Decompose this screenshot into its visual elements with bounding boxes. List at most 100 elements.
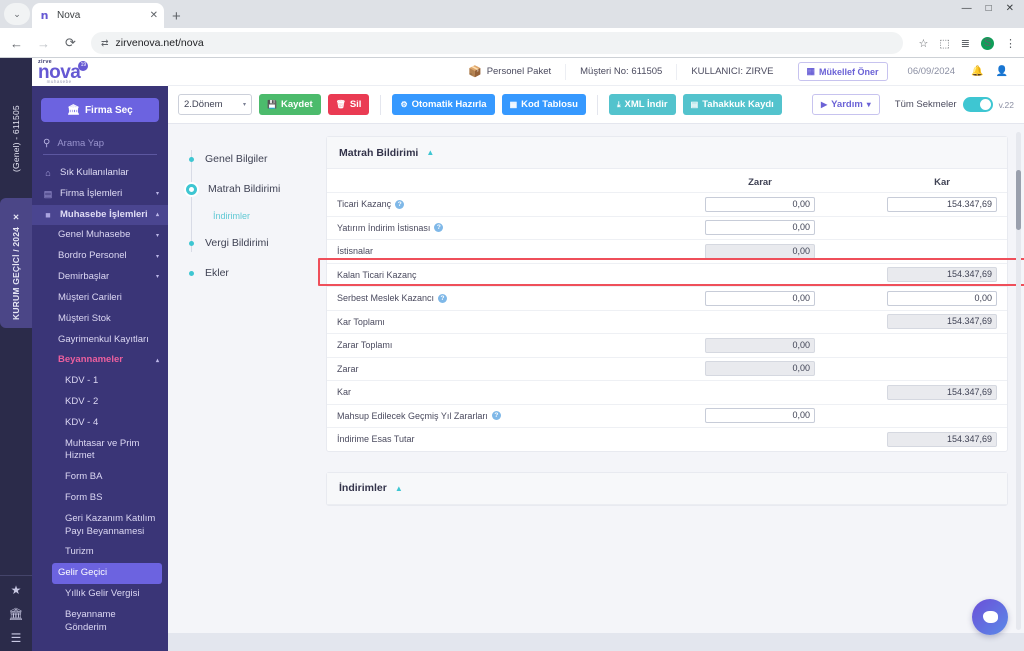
logo-version-badge: 19 [78,60,89,71]
chevron-up-icon[interactable]: ▲ [426,148,434,157]
delete-button[interactable]: 🗑 Sil [327,94,370,115]
tab-search-chip[interactable]: ⌄ [4,3,30,25]
mukellef-oner-button[interactable]: ▦ Mükellef Öner [797,62,888,81]
close-icon[interactable]: ✕ [150,10,158,21]
kar-field[interactable]: 154.347,69 [887,196,997,212]
zarar-cell [705,267,815,282]
zarar-field[interactable]: 0,00 [705,196,815,212]
sidebar-item-musteri-carileri[interactable]: Müşteri Carileri [32,288,168,309]
browser-tab[interactable]: n Nova ✕ [32,3,164,28]
nova-logo[interactable]: zirve nova muhasebe 19 [38,59,89,85]
sidebar-item-muhasebe-islemleri[interactable]: ■ Muhasebe İşlemleri ▴ [32,204,168,226]
help-icon[interactable]: ? [491,411,501,421]
sidebar-item-form-bs[interactable]: Form BS [32,488,168,509]
step-indirimler[interactable]: İndirimler [186,204,326,228]
sidebar-item-sik-kullanilanlar[interactable]: ⌂ Sık Kullanılanlar [32,163,168,184]
chevron-down-icon: ⌄ [13,8,21,19]
save-button[interactable]: 💾 Kaydet [259,94,321,115]
maximize-icon[interactable]: □ [986,3,992,14]
sidebar-item-muhtasar-prim-hizmet[interactable]: Muhtasar ve Prim Hizmet [32,434,168,468]
browser-tabstrip: ⌄ n Nova ✕ + — □ ✕ [0,0,1024,28]
firma-sec-button[interactable]: 🏛 Firma Seç [41,98,159,122]
sidebar-item-kdv-1[interactable]: KDV - 1 [32,371,168,392]
sidebar-item-turizm[interactable]: Turizm [32,542,168,563]
vertical-tab-genel[interactable]: (Genel) - 611505 [0,86,32,191]
bookmark-star-icon[interactable]: ☆ [919,37,929,50]
help-icon[interactable]: ? [395,199,405,209]
sidebar-search[interactable]: ⚲ [43,133,157,155]
sidebar-item-gelir-gecici[interactable]: Gelir Geçici [52,563,162,585]
back-icon[interactable]: ← [8,36,25,51]
all-tabs-label: Tüm Sekmeler [894,99,957,110]
step-ekler[interactable]: Ekler [186,258,326,288]
sidebar-item-firma-islemleri[interactable]: ▤ Firma İşlemleri ▾ [32,184,168,205]
indirimler-card-header[interactable]: İndirimler ▲ [327,472,1007,505]
sidebar-item-musteri-stok[interactable]: Müşteri Stok [32,309,168,330]
help-icon[interactable]: ? [434,223,444,233]
site-info-icon[interactable]: ⇄ [101,38,109,49]
table-row: İndirime Esas Tutar 154.347,69 [327,427,1007,451]
sidebar-item-genel-muhasebe[interactable]: Genel Muhasebe ▾ [32,225,168,246]
zarar-field[interactable]: 0,00 [705,220,815,236]
package-icon: 📦 [467,66,482,78]
sidebar-item-demirbaslar[interactable]: Demirbaşlar ▾ [32,267,168,288]
sidebar-item-kdv-4[interactable]: KDV - 4 [32,413,168,434]
sidebar-item-bordro-personel[interactable]: Bordro Personel ▾ [32,246,168,267]
sidebar-item-label: Genel Muhasebe [58,229,131,241]
chat-support-button[interactable] [972,599,1008,635]
row-label-text: Kalan Ticari Kazanç [337,269,417,280]
search-input[interactable] [57,138,146,149]
user-account-icon[interactable]: 👤 [990,66,1014,77]
scrollbar-thumb[interactable] [1016,170,1021,230]
browser-menu-icon[interactable]: ⋮ [1005,37,1016,50]
vertical-tab-kurum-gecici[interactable]: KURUM GEÇİCİ / 2024 ✕ [0,198,32,328]
rail-bottom-icons: ★ 🏛 ☰ [0,575,32,651]
row-label: Kar Toplamı [337,317,699,327]
kar-field[interactable]: 0,00 [887,290,997,306]
matrah-card-header[interactable]: Matrah Bildirimi ▲ [327,137,1007,169]
sidebar-item-kdv-2[interactable]: KDV - 2 [32,392,168,413]
sidebar-item-beyanname-gonderim[interactable]: Beyanname Gönderim [32,605,168,639]
period-select[interactable]: 2.Dönem ▾ [178,94,252,115]
row-label: İndirime Esas Tutar [337,434,699,444]
close-icon[interactable]: ✕ [12,212,21,221]
profile-avatar[interactable]: S [981,36,994,50]
zarar-field[interactable]: 0,00 [705,408,815,424]
help-button[interactable]: ▶ Yardım ▾ [811,94,880,115]
step-genel-bilgiler[interactable]: Genel Bilgiler [186,144,326,174]
chevron-up-icon[interactable]: ▲ [395,484,403,493]
xml-download-button[interactable]: ⤓ XML İndir [608,94,676,115]
all-tabs-toggle[interactable] [962,97,993,112]
help-icon[interactable]: ? [438,293,448,303]
forward-icon[interactable]: → [35,36,52,51]
sidebar-item-yillik-gelir-vergisi[interactable]: Yıllık Gelir Vergisi [32,584,168,605]
code-table-button[interactable]: ▦ Kod Tablosu [501,94,586,115]
zarar-cell: 0,00 [705,290,815,306]
zarar-field[interactable]: 0,00 [705,290,815,306]
sidebar-item-gayrimenkul-kayitlari[interactable]: Gayrimenkul Kayıtları [32,330,168,351]
trash-icon: 🗑 [335,100,346,109]
extensions-icon[interactable]: ⬚ [939,37,949,50]
bank-icon[interactable]: 🏛 [8,608,23,620]
step-matrah-bildirimi[interactable]: Matrah Bildirimi [186,174,326,204]
notification-bell-icon[interactable]: 🔔 [965,66,989,77]
favorites-star-icon[interactable]: ★ [11,584,22,596]
sidebar-item-form-ba[interactable]: Form BA [32,467,168,488]
content-scrollbar[interactable] [1016,132,1021,630]
sidebar-item-beyannameler[interactable]: Beyannameler ▴ [32,350,168,371]
accrual-record-button[interactable]: ▤ Tahakkuk Kaydı [682,94,782,115]
zarar-cell: 0,00 [705,337,815,353]
row-label: Zarar [337,364,699,374]
table-row: Serbest Meslek Kazancı? 0,00 0,00 [327,286,1007,310]
step-vergi-bildirimi[interactable]: Vergi Bildirimi [186,228,326,258]
hamburger-menu-icon[interactable]: ☰ [11,632,22,644]
tab-list-icon[interactable]: ≣ [961,37,970,50]
window-close-icon[interactable]: ✕ [1006,3,1014,14]
new-tab-button[interactable]: + [172,9,181,24]
sidebar-item-geri-kazanim[interactable]: Geri Kazanım Katılım Payı Beyannamesi [32,509,168,543]
column-header-spacer [337,177,705,188]
address-bar[interactable]: ⇄ zirvenova.net/nova [91,32,903,54]
reload-icon[interactable]: ⟳ [62,35,79,51]
minimize-icon[interactable]: — [962,3,972,14]
auto-prepare-button[interactable]: ⚙ Otomatik Hazırla [392,94,495,115]
